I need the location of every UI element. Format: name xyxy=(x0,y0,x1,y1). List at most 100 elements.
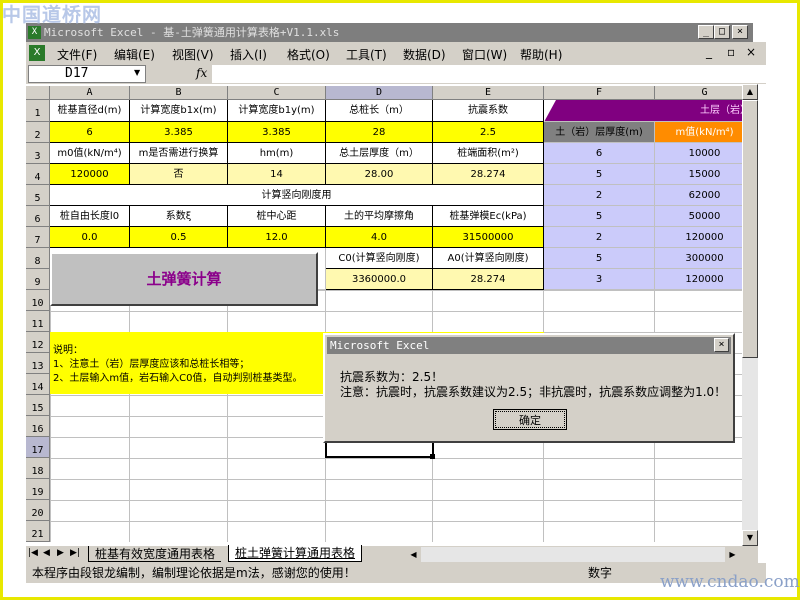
cell-b1[interactable]: 计算宽度b1x(m) xyxy=(130,100,228,122)
cell-d7[interactable]: 4.0 xyxy=(326,227,433,248)
soil-m-5[interactable]: 120000 xyxy=(655,227,742,248)
fx-icon[interactable]: fx xyxy=(196,66,207,80)
row-header-11[interactable]: 11 xyxy=(26,311,50,332)
menu-data[interactable]: 数据(D) xyxy=(403,46,446,63)
dialog-close-icon[interactable]: × xyxy=(714,338,729,352)
col-header-d[interactable]: D xyxy=(326,86,433,100)
soil-thickness-7[interactable]: 3 xyxy=(544,269,655,290)
cell-e4[interactable]: 28.274 xyxy=(433,164,544,185)
row-header-16[interactable]: 16 xyxy=(26,416,50,437)
cell-e7[interactable]: 31500000 xyxy=(433,227,544,248)
cell-c4[interactable]: 14 xyxy=(228,164,326,185)
cell-c7[interactable]: 12.0 xyxy=(228,227,326,248)
soil-m-3[interactable]: 62000 xyxy=(655,185,742,206)
menu-help[interactable]: 帮助(H) xyxy=(520,46,562,63)
row-header-21[interactable]: 21 xyxy=(26,521,50,542)
mdi-minimize-button[interactable]: _ xyxy=(706,45,712,59)
cell-e2[interactable]: 2.5 xyxy=(433,122,544,143)
row-header-18[interactable]: 18 xyxy=(26,458,50,479)
row-header-10[interactable]: 10 xyxy=(26,290,50,311)
row-header-20[interactable]: 20 xyxy=(26,500,50,521)
cell-b6[interactable]: 系数ξ xyxy=(130,206,228,227)
col-header-a[interactable]: A xyxy=(50,86,130,100)
soil-thickness-5[interactable]: 2 xyxy=(544,227,655,248)
col-header-e[interactable]: E xyxy=(433,86,544,100)
soil-col-m-header[interactable]: m值(kN/m⁴) xyxy=(655,122,742,143)
soil-table-header[interactable]: 土层（岩） xyxy=(544,100,742,122)
row-header-3[interactable]: 3 xyxy=(26,143,50,164)
cell-d8[interactable]: C0(计算竖向刚度) xyxy=(326,248,433,269)
soil-m-2[interactable]: 15000 xyxy=(655,164,742,185)
row-header-14[interactable]: 14 xyxy=(26,374,50,395)
cell-a2[interactable]: 6 xyxy=(50,122,130,143)
tab-next-icon[interactable]: ▶ xyxy=(57,548,64,558)
mdi-close-button[interactable]: × xyxy=(746,45,756,59)
cell-a5-merged[interactable]: 计算竖向刚度用 xyxy=(50,185,544,206)
col-header-c[interactable]: C xyxy=(228,86,326,100)
soil-m-4[interactable]: 50000 xyxy=(655,206,742,227)
cell-e1[interactable]: 抗震系数 xyxy=(433,100,544,122)
close-button[interactable]: × xyxy=(732,25,748,39)
row-header-2[interactable]: 2 xyxy=(26,122,50,143)
menu-edit[interactable]: 编辑(E) xyxy=(114,46,155,63)
cell-d3[interactable]: 总土层厚度（m） xyxy=(326,143,433,164)
select-all-corner[interactable] xyxy=(26,86,50,100)
cell-c2[interactable]: 3.385 xyxy=(228,122,326,143)
mdi-restore-button[interactable]: ▫ xyxy=(727,45,735,59)
row-header-17[interactable]: 17 xyxy=(26,437,50,458)
row-header-6[interactable]: 6 xyxy=(26,206,50,227)
menu-insert[interactable]: 插入(I) xyxy=(230,46,267,63)
minimize-button[interactable]: _ xyxy=(698,25,714,39)
hscroll-left-icon[interactable]: ◀ xyxy=(406,547,421,562)
row-header-19[interactable]: 19 xyxy=(26,479,50,500)
formula-input[interactable] xyxy=(212,65,766,83)
col-header-f[interactable]: F xyxy=(544,86,655,100)
cell-e3[interactable]: 桩端面积(m²) xyxy=(433,143,544,164)
row-header-5[interactable]: 5 xyxy=(26,185,50,206)
menu-window[interactable]: 窗口(W) xyxy=(462,46,507,63)
row-header-7[interactable]: 7 xyxy=(26,227,50,248)
name-box-dropdown-icon[interactable]: ▼ xyxy=(134,68,140,77)
cell-a6[interactable]: 桩自由长度l0 xyxy=(50,206,130,227)
soil-spring-calc-button[interactable]: 土弹簧计算 xyxy=(50,252,318,306)
menu-file[interactable]: 文件(F) xyxy=(57,46,97,63)
cell-b3[interactable]: m是否需进行换算 xyxy=(130,143,228,164)
cell-d9[interactable]: 3360000.0 xyxy=(326,269,433,290)
soil-m-6[interactable]: 300000 xyxy=(655,248,742,269)
scroll-thumb[interactable] xyxy=(742,100,758,358)
tab-prev-icon[interactable]: ◀ xyxy=(43,548,50,558)
row-header-1[interactable]: 1 xyxy=(26,100,50,122)
cell-a4[interactable]: 120000 xyxy=(50,164,130,185)
row-header-13[interactable]: 13 xyxy=(26,353,50,374)
cell-e6[interactable]: 桩基弹模Ec(kPa) xyxy=(433,206,544,227)
maximize-button[interactable]: □ xyxy=(714,25,730,39)
horizontal-scrollbar[interactable]: ◀ ▶ xyxy=(406,547,740,562)
row-header-12[interactable]: 12 xyxy=(26,332,50,353)
cell-b4[interactable]: 否 xyxy=(130,164,228,185)
tab-first-icon[interactable]: |◀ xyxy=(28,548,38,558)
workbook-icon[interactable]: X xyxy=(29,45,45,61)
menu-format[interactable]: 格式(O) xyxy=(287,46,330,63)
name-box[interactable]: D17 xyxy=(28,65,146,83)
tab-last-icon[interactable]: ▶| xyxy=(70,548,80,558)
menu-view[interactable]: 视图(V) xyxy=(172,46,214,63)
tab-soil-spring-calc[interactable]: 桩土弹簧计算通用表格 xyxy=(228,545,363,562)
cell-a3[interactable]: m0值(kN/m⁴) xyxy=(50,143,130,164)
fill-handle[interactable] xyxy=(430,454,435,459)
soil-thickness-2[interactable]: 5 xyxy=(544,164,655,185)
cell-a7[interactable]: 0.0 xyxy=(50,227,130,248)
cell-d2[interactable]: 28 xyxy=(326,122,433,143)
scroll-down-icon[interactable]: ▼ xyxy=(742,530,758,546)
row-header-9[interactable]: 9 xyxy=(26,269,50,290)
soil-thickness-6[interactable]: 5 xyxy=(544,248,655,269)
cell-c3[interactable]: hm(m) xyxy=(228,143,326,164)
soil-m-7[interactable]: 120000 xyxy=(655,269,742,290)
row-header-15[interactable]: 15 xyxy=(26,395,50,416)
tab-effective-width[interactable]: 桩基有效宽度通用表格 xyxy=(88,546,222,562)
row-header-4[interactable]: 4 xyxy=(26,164,50,185)
cell-a1[interactable]: 桩基直径d(m) xyxy=(50,100,130,122)
soil-thickness-4[interactable]: 5 xyxy=(544,206,655,227)
scroll-up-icon[interactable]: ▲ xyxy=(742,84,758,100)
cell-e8[interactable]: A0(计算竖向刚度) xyxy=(433,248,544,269)
row-header-8[interactable]: 8 xyxy=(26,248,50,269)
